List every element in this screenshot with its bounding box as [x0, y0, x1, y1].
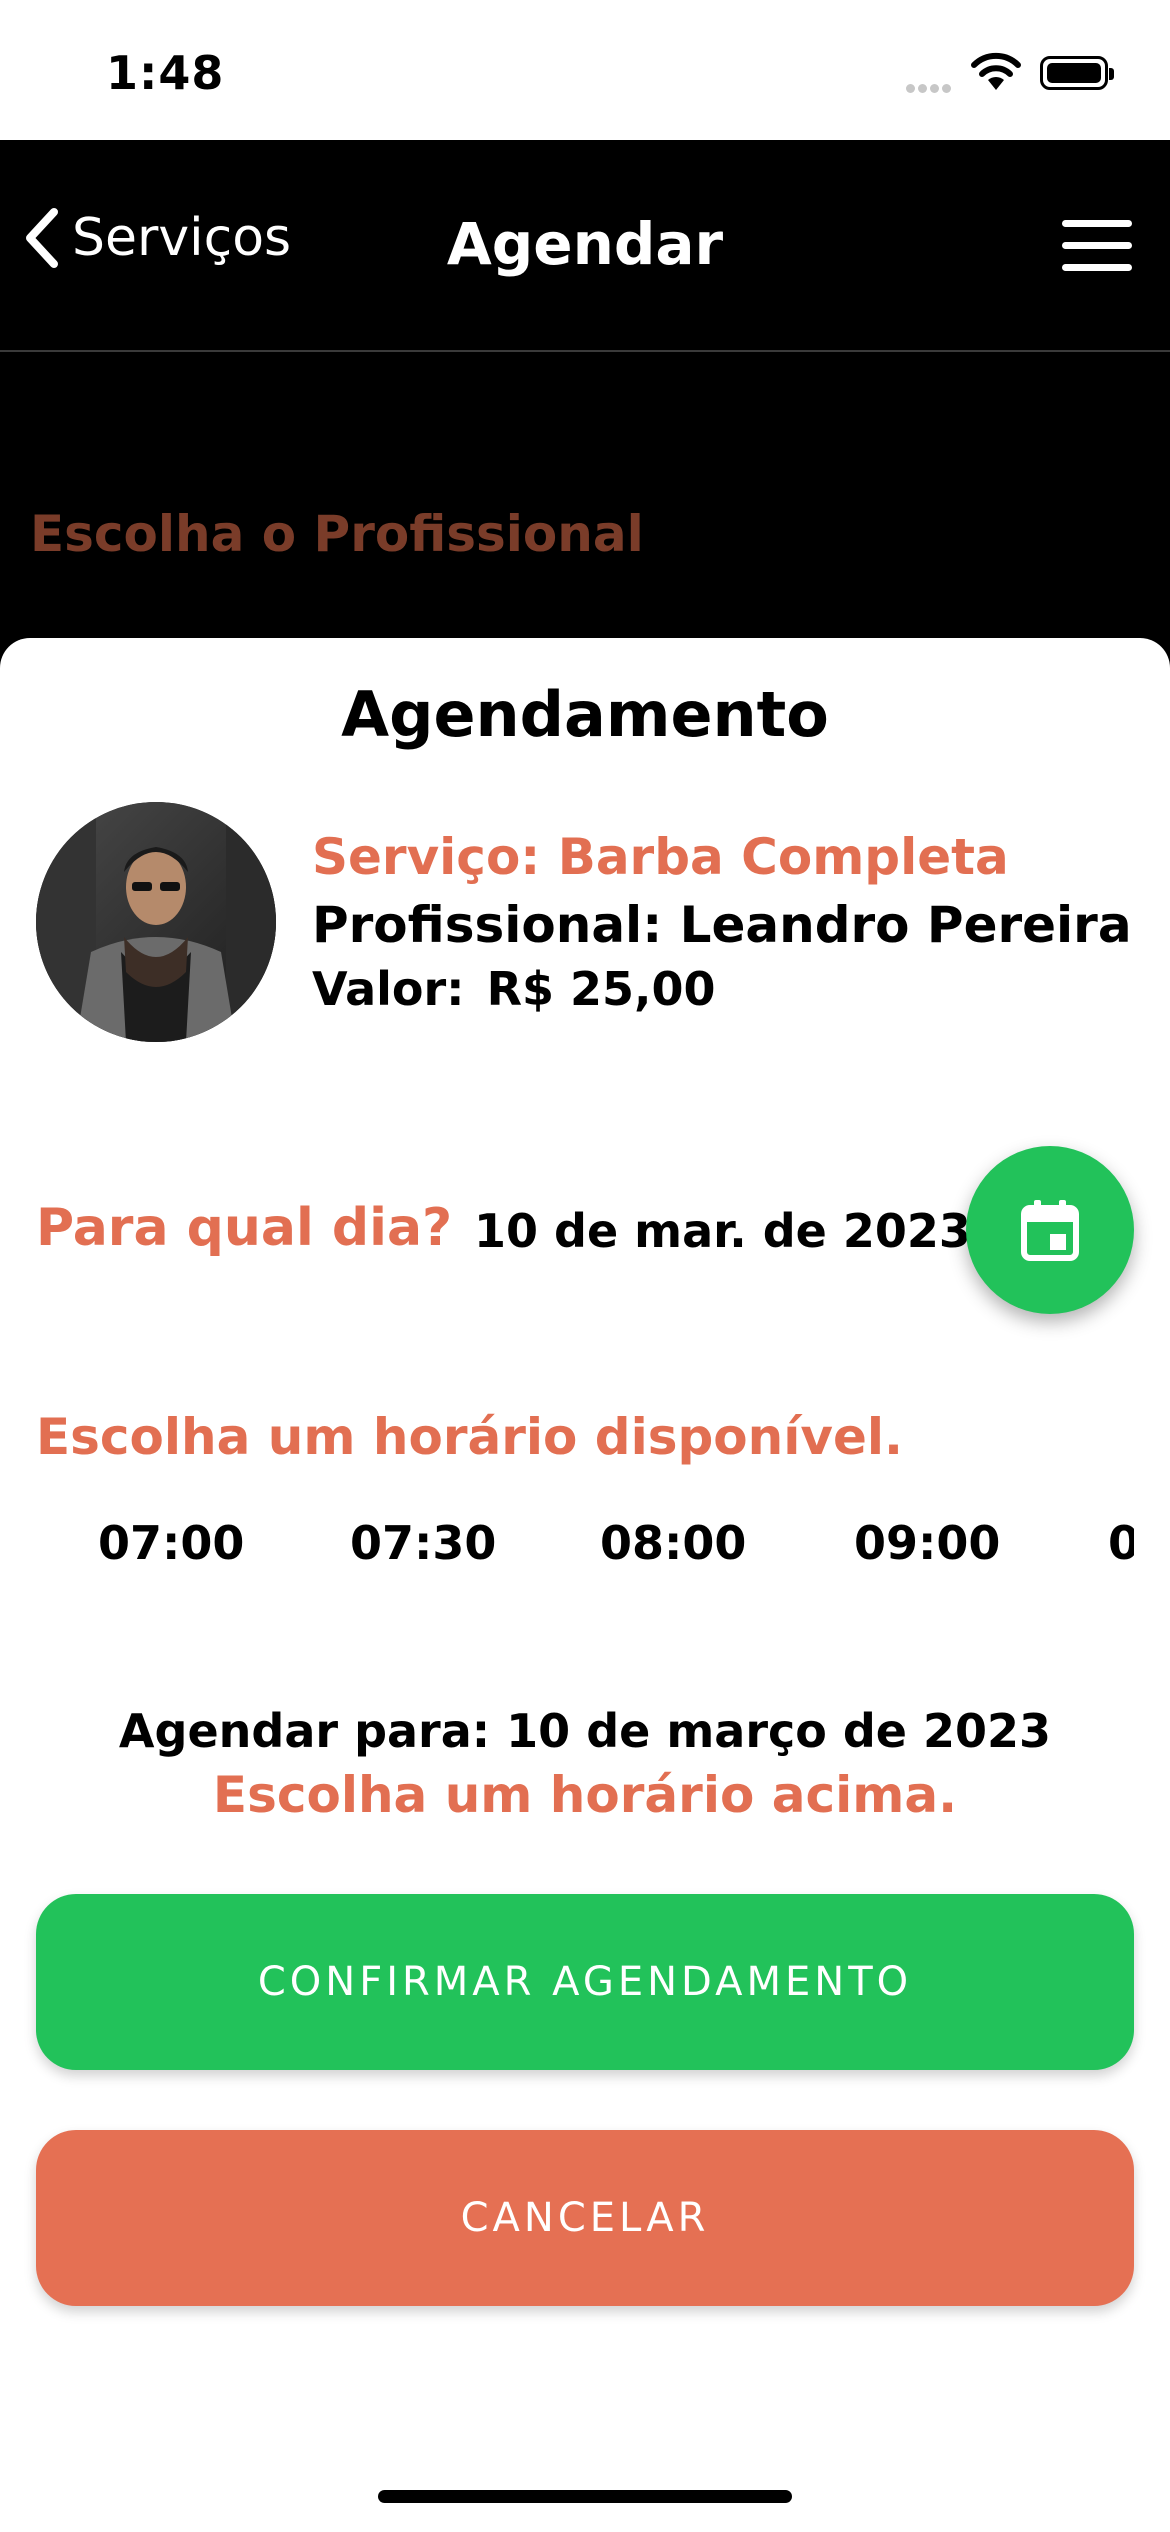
time-slot[interactable]: 07:00 [98, 1516, 244, 1570]
cancel-button[interactable]: CANCELAR [36, 2130, 1134, 2306]
time-slot-list: 07:00 07:30 08:00 09:00 0 [36, 1516, 1134, 1596]
day-question: Para qual dia? [36, 1198, 453, 1258]
time-slot[interactable]: 08:00 [600, 1516, 746, 1570]
time-slot[interactable]: 09:00 [854, 1516, 1000, 1570]
battery-icon [1040, 56, 1114, 90]
price-row: Valor: R$ 25,00 [312, 962, 716, 1016]
time-slot[interactable]: 07:30 [350, 1516, 496, 1570]
professional-avatar [36, 802, 276, 1042]
home-indicator[interactable] [378, 2490, 792, 2503]
pick-time-hint: Escolha um horário acima. [212, 1766, 958, 1824]
cancel-label: CANCELAR [460, 2195, 710, 2241]
confirm-booking-label: CONFIRMAR AGENDAMENTO [257, 1959, 913, 2005]
time-slot[interactable]: 0 [1108, 1516, 1134, 1570]
hamburger-menu-button[interactable] [1062, 220, 1132, 272]
home-indicator-area [0, 2422, 1170, 2532]
status-bar: 1:48 [0, 0, 1170, 140]
confirm-booking-button[interactable]: CONFIRMAR AGENDAMENTO [36, 1894, 1134, 2070]
status-time: 1:48 [106, 46, 225, 100]
time-question: Escolha um horário disponível. [36, 1408, 903, 1466]
professional-name: Profissional: Leandro Pereira [312, 896, 1132, 954]
price-label: Valor: [312, 962, 465, 1016]
cellular-signal-icon [906, 78, 954, 97]
modal-title: Agendamento [341, 678, 829, 751]
calendar-icon [1021, 1200, 1079, 1261]
calendar-button[interactable] [966, 1146, 1134, 1314]
price-value: R$ 25,00 [486, 962, 716, 1016]
back-label: Serviços [72, 208, 292, 268]
back-button[interactable]: Serviços [22, 206, 291, 270]
wifi-icon [971, 52, 1021, 90]
selected-date: 10 de mar. de 2023 [474, 1204, 971, 1258]
booking-modal: Agendamento Serviço: Barba Completa Prof… [0, 638, 1170, 2422]
choose-professional-heading: Escolha o Profissional [30, 505, 644, 563]
booking-summary: Agendar para: 10 de março de 2023 [118, 1704, 1052, 1758]
service-name: Serviço: Barba Completa [312, 828, 1009, 886]
navigation-header: Serviços Agendar [0, 140, 1170, 352]
chevron-left-icon [26, 208, 58, 268]
